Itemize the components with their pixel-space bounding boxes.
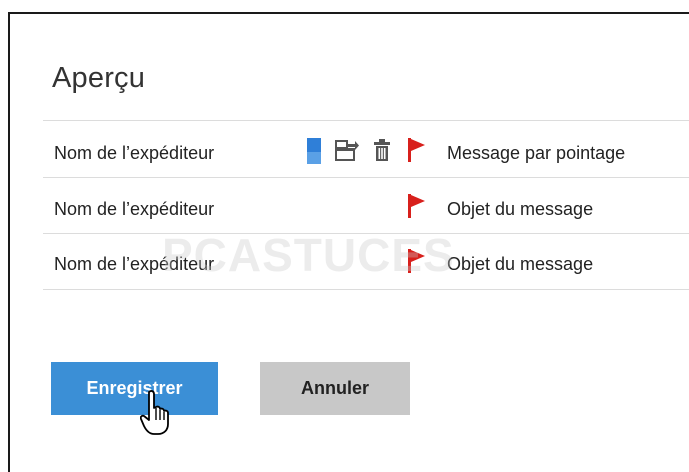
move-to-folder-icon[interactable] — [334, 138, 360, 167]
flag-icon[interactable] — [408, 249, 426, 278]
message-subject: Objet du message — [447, 199, 594, 219]
trash-icon[interactable] — [374, 139, 390, 166]
row-divider — [43, 177, 689, 178]
row-divider — [43, 233, 689, 234]
sender-name: Nom de l’expéditeur — [54, 254, 215, 274]
cancel-button[interactable]: Annuler — [260, 362, 410, 415]
message-subject: Message par pointage — [447, 143, 626, 163]
flag-icon[interactable] — [408, 138, 426, 167]
row-divider — [43, 120, 689, 121]
marker-icon — [307, 138, 321, 169]
hand-cursor-icon — [139, 390, 174, 441]
save-button[interactable]: Enregistrer — [51, 362, 218, 415]
flag-icon[interactable] — [408, 194, 426, 223]
row-divider — [43, 289, 689, 290]
page-title: Aperçu — [52, 62, 146, 94]
sender-name: Nom de l’expéditeur — [54, 143, 215, 163]
sender-name: Nom de l’expéditeur — [54, 199, 215, 219]
message-subject: Objet du message — [447, 254, 594, 274]
